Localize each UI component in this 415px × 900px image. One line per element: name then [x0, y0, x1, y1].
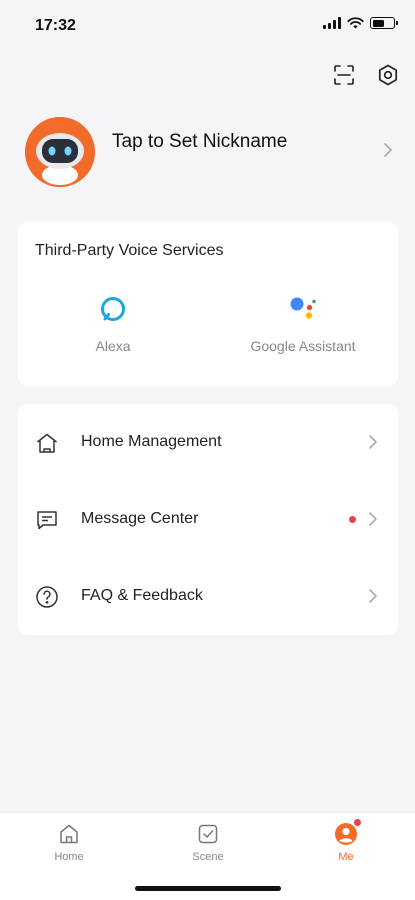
settings-button[interactable] [375, 62, 401, 88]
status-icons [323, 17, 398, 29]
tab-label: Me [338, 851, 354, 863]
voice-service-google-assistant[interactable]: Google Assistant [208, 294, 398, 364]
voice-services-card: Third-Party Voice Services Alexa Google … [18, 222, 398, 386]
house-icon [34, 430, 60, 456]
menu-card: Home Management Message Center FAQ & Fee… [18, 404, 398, 635]
menu-item-faq-feedback[interactable]: FAQ & Feedback [18, 558, 398, 635]
battery-level [372, 19, 384, 27]
google-assistant-icon [288, 294, 318, 324]
menu-item-home-management[interactable]: Home Management [18, 404, 398, 481]
battery-icon [370, 17, 398, 29]
message-icon [34, 507, 60, 533]
menu-item-label: FAQ & Feedback [81, 587, 203, 604]
cellular-signal-icon [323, 17, 341, 29]
help-icon [34, 584, 60, 610]
voice-service-alexa[interactable]: Alexa [18, 294, 208, 364]
notification-dot [349, 516, 356, 523]
chevron-right-icon [384, 143, 392, 157]
settings-icon [378, 64, 398, 86]
me-icon [333, 818, 362, 847]
tab-scene[interactable]: Scene [168, 821, 248, 871]
google-assistant-label: Google Assistant [250, 338, 356, 354]
status-bar: 17:32 [0, 0, 415, 50]
home-icon [56, 821, 82, 847]
top-actions [331, 62, 401, 88]
menu-item-label: Home Management [81, 433, 222, 450]
alexa-icon [98, 294, 128, 324]
scene-icon [195, 821, 221, 847]
tab-me[interactable]: Me [306, 818, 386, 871]
avatar[interactable] [25, 117, 95, 187]
chevron-right-icon [369, 435, 377, 449]
home-indicator [135, 886, 281, 891]
tab-label: Home [54, 851, 84, 863]
alexa-label: Alexa [95, 338, 131, 354]
chevron-right-icon [369, 512, 377, 526]
nickname: Tap to Set Nickname [112, 131, 288, 152]
robot-avatar-icon [25, 117, 95, 187]
voice-services-title: Third-Party Voice Services [35, 242, 224, 259]
notification-dot [353, 818, 362, 827]
wifi-icon [347, 17, 364, 29]
menu-item-message-center[interactable]: Message Center [18, 481, 398, 558]
chevron-right-icon [369, 589, 377, 603]
scan-icon [334, 65, 354, 85]
status-time: 17:32 [35, 17, 76, 34]
tab-home[interactable]: Home [29, 821, 109, 871]
menu-item-label: Message Center [81, 510, 199, 527]
tab-label: Scene [192, 851, 224, 863]
profile-row[interactable]: Tap to Set Nickname [0, 112, 415, 192]
scan-button[interactable] [331, 62, 357, 88]
